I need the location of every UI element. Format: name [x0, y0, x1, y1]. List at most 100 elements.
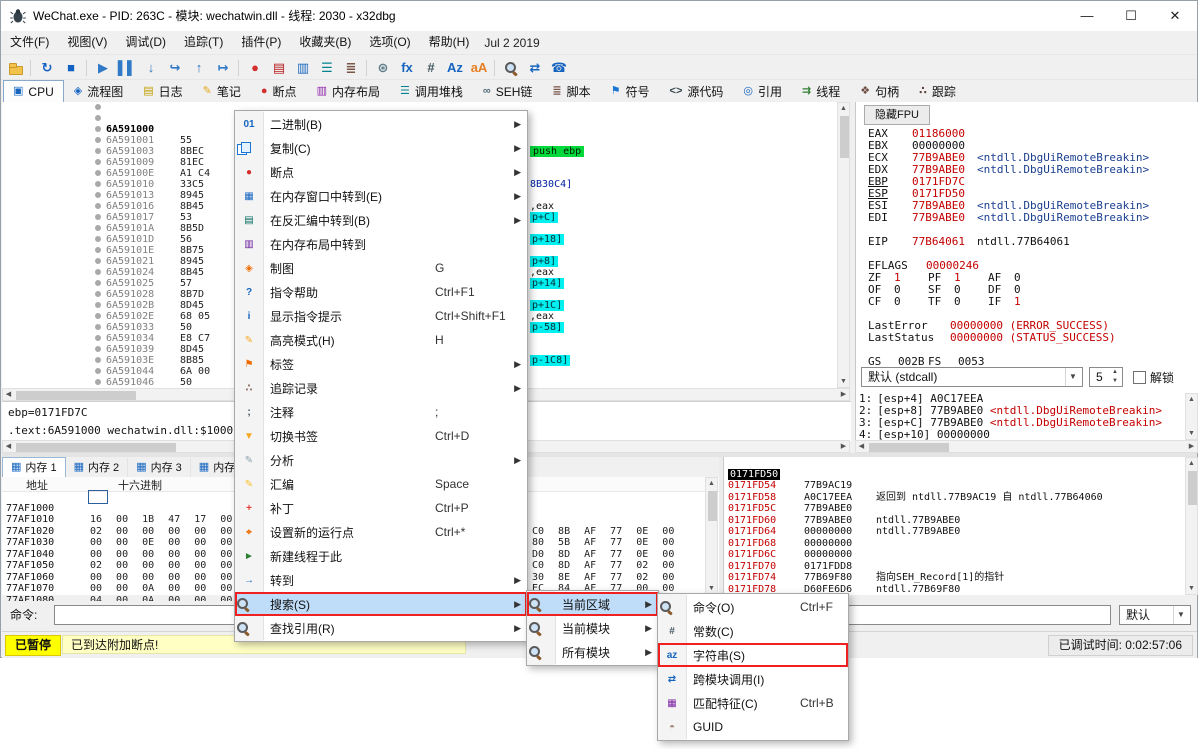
fx-button[interactable]: fx [395, 57, 419, 79]
menu-item-analysis[interactable]: ✎ 分析 ▶ [235, 448, 527, 472]
breakpoint-dot[interactable] [95, 126, 101, 132]
run-button[interactable]: ▶ [91, 57, 115, 79]
stack-row[interactable]: 0171FD74 D60FE6D6 [724, 561, 1198, 573]
stack-vertical-scrollbar[interactable]: ▲▼ [1185, 457, 1198, 595]
stack-row[interactable]: 0171FD60 00000000 [724, 503, 1198, 515]
constant-button[interactable]: # [419, 57, 443, 79]
tab-graph[interactable]: ◈流程图 [64, 80, 133, 103]
stack-row[interactable]: 0171FD58 77B9ABE0 ntdll.77B9ABE0 [724, 480, 1198, 492]
menu-item-current-module[interactable]: 当前模块 ▶ [527, 616, 658, 640]
memory-map-button[interactable]: ▥ [291, 57, 315, 79]
breakpoint-dot[interactable] [95, 324, 101, 330]
run-to-selection-button[interactable]: ↦ [211, 57, 235, 79]
stack-row[interactable]: 0171FD50 77B9AC19 返回到 ntdll.77B9AC19 自 n… [724, 457, 1198, 469]
breakpoint-dot[interactable] [95, 181, 101, 187]
breakpoint-dot[interactable] [95, 170, 101, 176]
breakpoint-dot[interactable] [95, 137, 101, 143]
menu-item-graph[interactable]: ◈ 制图 G [235, 256, 527, 280]
menu-item-create-thread-here[interactable]: ► 新建线程于此 [235, 544, 527, 568]
breakpoint-dot[interactable] [95, 104, 101, 110]
help-phone-button[interactable]: ☎ [547, 57, 571, 79]
toolbar-separator[interactable] [491, 57, 499, 79]
menu-item-search[interactable]: 搜索(S) ▶ [235, 592, 527, 616]
menu-item-goto[interactable]: → 转到 ▶ [235, 568, 527, 592]
restart-button[interactable]: ↻ [35, 57, 59, 79]
maximize-button[interactable]: ☐ [1109, 1, 1153, 31]
tab-cpu[interactable]: ▣CPU [3, 80, 64, 103]
tab-log[interactable]: ▤日志 [133, 80, 192, 103]
breakpoint-dot[interactable] [95, 225, 101, 231]
search-button[interactable] [499, 57, 523, 79]
breakpoint-dot[interactable] [95, 368, 101, 374]
menu-view[interactable]: 视图(V) [58, 31, 116, 54]
menu-item-assemble[interactable]: ✎ 汇编 Space [235, 472, 527, 496]
menu-item-instruction-help[interactable]: ? 指令帮助 Ctrl+F1 [235, 280, 527, 304]
tab-script[interactable]: ≣脚本 [542, 80, 600, 103]
dump-tab-memory-1[interactable]: ▦内存 1 [2, 457, 66, 478]
menu-help[interactable]: 帮助(H) [420, 31, 479, 54]
menu-item-label[interactable]: ⚑ 标签 ▶ [235, 352, 527, 376]
breakpoint-button[interactable]: ● [243, 57, 267, 79]
stack-row[interactable]: 0171FD54 A0C17EEA [724, 469, 1198, 481]
menu-item-set-new-origin[interactable]: ⌖ 设置新的运行点 Ctrl+* [235, 520, 527, 544]
menu-item-current-region[interactable]: 当前区域 ▶ [527, 592, 658, 616]
menu-item-comment[interactable]: ; 注释 ; [235, 400, 527, 424]
menu-trace[interactable]: 追踪(T) [175, 31, 232, 54]
step-over-button[interactable]: ↪ [163, 57, 187, 79]
tab-seh[interactable]: ∞SEH链 [473, 80, 543, 103]
menu-item-breakpoint[interactable]: ● 断点 ▶ [235, 160, 527, 184]
menu-options[interactable]: 选项(O) [360, 31, 419, 54]
dump-tab-memory-2[interactable]: ▦内存 2 [66, 458, 129, 477]
stack-row[interactable]: 0171FD70 77B69F80 ntdll.77B69F80 [724, 549, 1198, 561]
stack-pane[interactable]: 0171FD50 77B9AC19 返回到 ntdll.77B9AC19 自 n… [723, 457, 1198, 595]
breakpoint-dot[interactable] [95, 159, 101, 165]
arguments-pane[interactable]: 1:[esp+4] A0C17EEA2:[esp+8] 77B9ABE0 <nt… [859, 393, 1185, 440]
tab-symbols[interactable]: ⚑符号 [601, 80, 660, 103]
breakpoint-dot[interactable] [95, 192, 101, 198]
tab-memory-map[interactable]: ▥内存布局 [307, 80, 390, 103]
breakpoint-dot[interactable] [95, 313, 101, 319]
stack-row[interactable]: 0171FD78 00000000 [724, 572, 1198, 584]
step-out-button[interactable]: ↑ [187, 57, 211, 79]
breakpoint-dot[interactable] [95, 258, 101, 264]
menu-item-copy[interactable]: 复制(C) ▶ [235, 136, 527, 160]
registers-horizontal-scrollbar[interactable]: ◀▶ [855, 440, 1198, 453]
stack-row[interactable]: 0171FD6C 0171FDD8 指向SEH_Record[1]的指针 [724, 538, 1198, 550]
tab-notes[interactable]: ✎笔记 [193, 80, 251, 103]
menu-item-follow-in-memmap[interactable]: ▥ 在内存布局中转到 [235, 232, 527, 256]
tab-source[interactable]: <>源代码 [660, 80, 734, 103]
menu-favourites[interactable]: 收藏夹(B) [290, 31, 360, 54]
breakpoint-dot[interactable] [95, 203, 101, 209]
toolbar-separator[interactable] [363, 57, 371, 79]
menu-debug[interactable]: 调试(D) [116, 31, 175, 54]
case-button[interactable]: Az [443, 57, 467, 79]
breakpoint-dot[interactable] [95, 148, 101, 154]
breakpoint-dot[interactable] [95, 214, 101, 220]
swap-button[interactable]: ⇄ [523, 57, 547, 79]
stack-row[interactable]: 0171FD5C 77B9ABE0 ntdll.77B9ABE0 [724, 492, 1198, 504]
pause-button[interactable]: ▌▌ [115, 57, 139, 79]
tab-breakpoints[interactable]: ●断点 [251, 80, 307, 103]
calling-convention-select[interactable]: 默认 (stdcall)▼ [861, 367, 1083, 387]
disasm-vertical-scrollbar[interactable]: ▲▼ [837, 102, 850, 388]
step-into-button[interactable]: ↓ [139, 57, 163, 79]
menu-item-highlighting-mode[interactable]: ✎ 高亮模式(H) H [235, 328, 527, 352]
close-button[interactable]: ✕ [1153, 1, 1197, 31]
menu-item-trace-record[interactable]: ∴ 追踪记录 ▶ [235, 376, 527, 400]
breakpoint-dot[interactable] [95, 247, 101, 253]
menu-item-binary[interactable]: 01 二进制(B) ▶ [235, 112, 527, 136]
menu-item-find-references[interactable]: 查找引用(R) ▶ [235, 616, 527, 640]
menu-item-command[interactable]: 命令(O) Ctrl+F [658, 595, 848, 619]
menu-plugins[interactable]: 插件(P) [232, 31, 290, 54]
menu-item-follow-in-disasm[interactable]: ▤ 在反汇编中转到(B) ▶ [235, 208, 527, 232]
breakpoint-dot[interactable] [95, 269, 101, 275]
menu-file[interactable]: 文件(F) [1, 31, 58, 54]
breakpoint-dot[interactable] [95, 302, 101, 308]
trace-log-button[interactable]: ▤ [267, 57, 291, 79]
open-file-button[interactable] [3, 57, 27, 79]
toolbar-separator[interactable] [27, 57, 35, 79]
hide-fpu-button[interactable]: 隐藏FPU [864, 105, 930, 125]
breakpoint-dot[interactable] [95, 280, 101, 286]
tab-handles[interactable]: ❖句柄 [850, 80, 909, 103]
breakpoint-dot[interactable] [95, 346, 101, 352]
